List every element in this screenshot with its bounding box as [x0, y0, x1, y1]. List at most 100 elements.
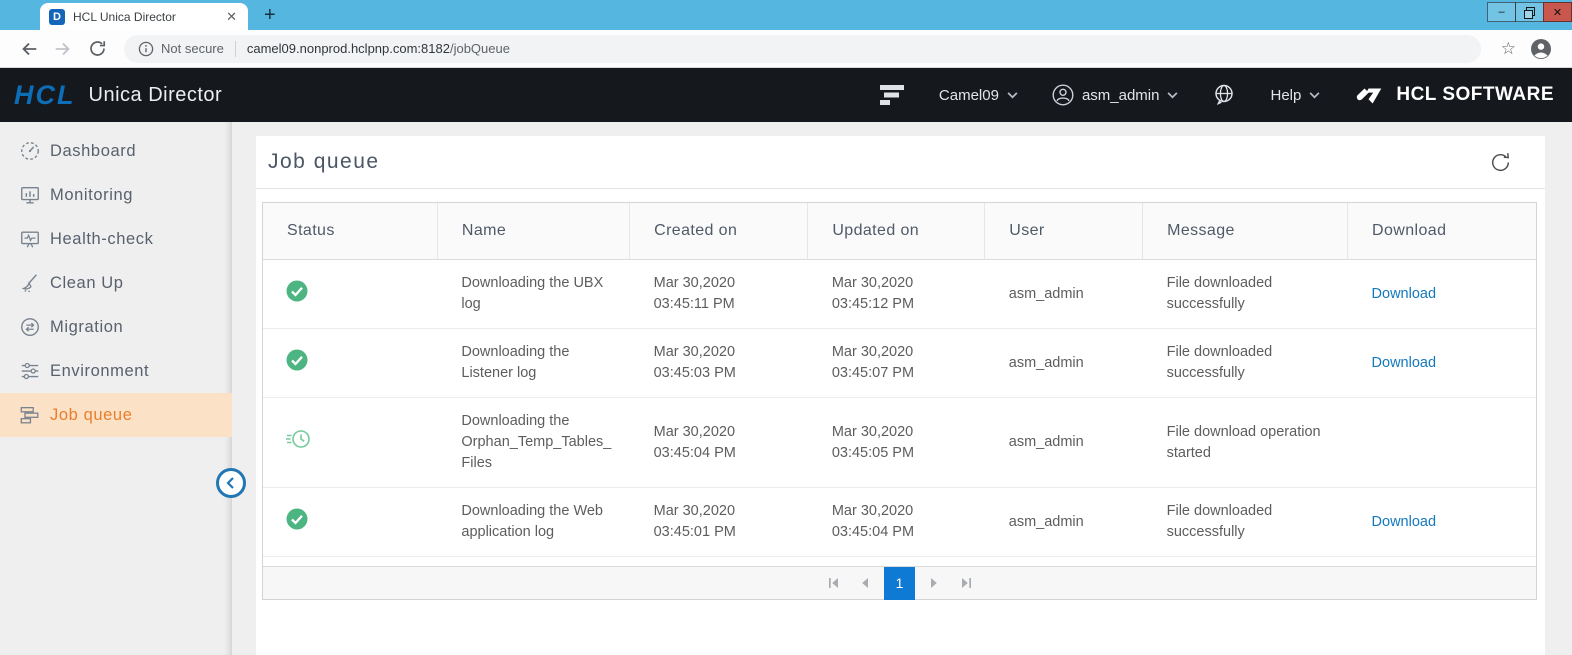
window-restore-button[interactable]	[1515, 2, 1544, 22]
main-area: Job queue StatusNameCreated onUpdated on…	[232, 122, 1572, 655]
tab-close-icon[interactable]: ✕	[224, 9, 239, 25]
queue-shortcut-button[interactable]	[879, 84, 905, 106]
download-link[interactable]: Download	[1372, 355, 1437, 371]
globe-icon	[1212, 83, 1236, 107]
sidebar-item-label: Dashboard	[50, 142, 136, 161]
table-row: Downloading the UBX logMar 30,2020 03:45…	[263, 260, 1536, 329]
chevron-left-icon	[225, 476, 237, 490]
sidebar-collapse-button[interactable]	[216, 468, 246, 498]
download-link[interactable]: Download	[1372, 286, 1437, 302]
sidebar-item-migration[interactable]: Migration	[0, 305, 232, 349]
tab-title: HCL Unica Director	[73, 10, 224, 24]
new-tab-button[interactable]: +	[264, 5, 276, 25]
cell-user: asm_admin	[985, 488, 1143, 557]
content-panel: Job queue StatusNameCreated onUpdated on…	[256, 136, 1545, 655]
cell-created: Mar 30,2020 03:45:01 PM	[630, 488, 808, 557]
forward-arrow-icon	[53, 39, 73, 59]
profile-avatar-icon	[1530, 38, 1552, 60]
info-icon	[138, 41, 154, 57]
migration-icon	[18, 315, 42, 339]
cell-status	[263, 260, 437, 329]
cell-updated: Mar 30,2020 03:45:05 PM	[808, 398, 985, 488]
cell-download: Download	[1348, 488, 1536, 557]
next-page-button[interactable]	[921, 570, 947, 596]
browser-tab-bar: D HCL Unica Director ✕ + – ✕	[0, 0, 1572, 30]
column-header-updated-on: Updated on	[808, 203, 985, 260]
column-header-name: Name	[437, 203, 629, 260]
sidebar: Dashboard Monitoring Health-check Clean Up M…	[0, 122, 232, 655]
table-body: Downloading the UBX logMar 30,2020 03:45…	[263, 260, 1536, 557]
language-button[interactable]	[1212, 83, 1236, 107]
window-close-button[interactable]: ✕	[1543, 2, 1572, 22]
cell-name: Downloading the Orphan_Temp_Tables_ File…	[437, 398, 629, 488]
browser-tab[interactable]: D HCL Unica Director ✕	[40, 3, 248, 30]
username: asm_admin	[1082, 87, 1160, 104]
bookmark-star-icon[interactable]: ☆	[1491, 39, 1526, 59]
forward-button[interactable]	[46, 34, 80, 64]
address-bar[interactable]: Not secure camel09.nonprod.hclpnp.com:81…	[124, 35, 1481, 63]
sidebar-item-health-check[interactable]: Health-check	[0, 217, 232, 261]
table-row: Downloading the Orphan_Temp_Tables_ File…	[263, 398, 1536, 488]
cell-updated: Mar 30,2020 03:45:04 PM	[808, 488, 985, 557]
cell-user: asm_admin	[985, 329, 1143, 398]
user-icon	[1052, 84, 1074, 106]
url-path: /jobQueue	[450, 41, 510, 56]
refresh-button[interactable]	[1488, 150, 1513, 175]
table-footer-spacer	[263, 557, 1536, 566]
chevron-down-icon	[1167, 92, 1178, 99]
first-page-button[interactable]	[820, 570, 846, 596]
stacked-bars-icon	[879, 84, 905, 106]
refresh-icon	[1488, 150, 1513, 175]
sidebar-item-environment[interactable]: Environment	[0, 349, 232, 393]
cell-status	[263, 398, 437, 488]
status-in-progress-icon	[286, 438, 312, 454]
cell-user: asm_admin	[985, 398, 1143, 488]
environment-selector[interactable]: Camel09	[939, 87, 1018, 104]
window-minimize-button[interactable]: –	[1487, 2, 1516, 22]
monitoring-icon	[18, 183, 42, 207]
cell-created: Mar 30,2020 03:45:04 PM	[630, 398, 808, 488]
sidebar-item-clean-up[interactable]: Clean Up	[0, 261, 232, 305]
url-host: camel09.nonprod.hclpnp.com:8182	[247, 41, 450, 56]
dashboard-icon	[18, 139, 42, 163]
sidebar-nav: Dashboard Monitoring Health-check Clean Up M…	[0, 129, 232, 437]
column-header-message: Message	[1143, 203, 1348, 260]
sidebar-item-monitoring[interactable]: Monitoring	[0, 173, 232, 217]
chevron-down-icon	[1007, 92, 1018, 99]
download-link[interactable]: Download	[1372, 514, 1437, 530]
environment-name: Camel09	[939, 87, 999, 104]
help-menu[interactable]: Help	[1270, 87, 1320, 104]
sidebar-item-label: Monitoring	[50, 186, 133, 205]
hcl-software-logo	[1354, 84, 1386, 107]
cell-created: Mar 30,2020 03:45:03 PM	[630, 329, 808, 398]
help-label: Help	[1270, 87, 1301, 104]
table-header-row: StatusNameCreated onUpdated onUserMessag…	[263, 203, 1536, 260]
back-button[interactable]	[12, 34, 46, 64]
company-brand: HCL SOFTWARE	[1354, 84, 1554, 107]
pagination-bar: 1	[263, 566, 1536, 599]
cell-updated: Mar 30,2020 03:45:07 PM	[808, 329, 985, 398]
current-page-button[interactable]: 1	[884, 567, 915, 600]
company-name: HCL SOFTWARE	[1396, 84, 1554, 106]
sidebar-item-label: Job queue	[50, 406, 132, 425]
status-success-icon	[286, 290, 308, 306]
last-page-button[interactable]	[953, 570, 979, 596]
sidebar-item-label: Clean Up	[50, 274, 124, 293]
sidebar-item-dashboard[interactable]: Dashboard	[0, 129, 232, 173]
browser-profile-button[interactable]	[1526, 38, 1560, 60]
reload-button[interactable]	[80, 34, 114, 64]
cell-name: Downloading the Listener log	[437, 329, 629, 398]
column-header-user: User	[985, 203, 1143, 260]
cell-status	[263, 488, 437, 557]
job-queue-table-card: StatusNameCreated onUpdated onUserMessag…	[262, 202, 1537, 600]
sidebar-item-job-queue[interactable]: Job queue	[0, 393, 232, 437]
user-menu[interactable]: asm_admin	[1052, 84, 1179, 106]
sidebar-item-label: Environment	[50, 362, 149, 381]
previous-page-button[interactable]	[852, 570, 878, 596]
page-title: Job queue	[268, 150, 380, 174]
hcl-logo: HCL	[14, 80, 76, 111]
browser-toolbar: Not secure camel09.nonprod.hclpnp.com:81…	[0, 30, 1572, 68]
cell-name: Downloading the UBX log	[437, 260, 629, 329]
table-row: Downloading the Listener logMar 30,2020 …	[263, 329, 1536, 398]
header-actions: Camel09 asm_admin Help HCL SOFTWARE	[879, 83, 1554, 107]
